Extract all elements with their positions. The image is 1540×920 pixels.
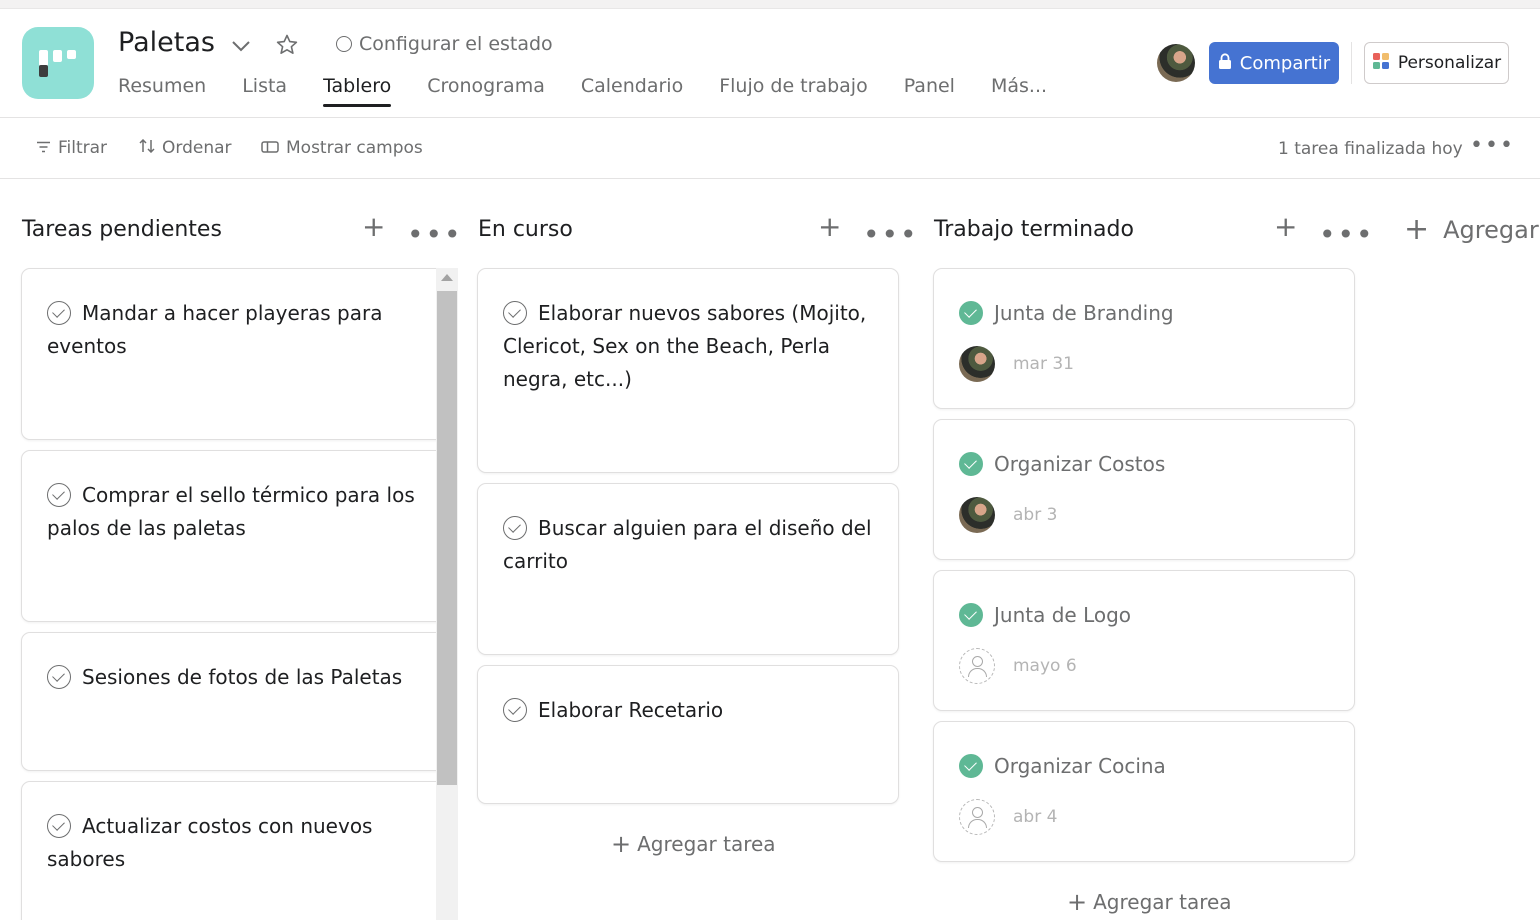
task-title: Mandar a hacer playeras para eventos xyxy=(47,301,383,358)
task-title: Organizar Costos xyxy=(994,452,1166,476)
add-section-label: Agregar s xyxy=(1443,216,1540,244)
task-card[interactable]: Elaborar nuevos sabores (Mojito, Clerico… xyxy=(477,268,899,473)
unassigned-user-icon[interactable] xyxy=(959,648,995,684)
more-options-icon[interactable]: ••• xyxy=(1470,135,1515,157)
task-card[interactable]: Organizar Costos abr 3 xyxy=(933,419,1355,560)
task-title: Elaborar nuevos sabores (Mojito, Clerico… xyxy=(503,301,867,391)
tab-calendario[interactable]: Calendario xyxy=(581,75,683,107)
due-date[interactable]: mar 31 xyxy=(1013,354,1074,374)
filter-label: Filtrar xyxy=(58,138,108,158)
unassigned-user-icon[interactable] xyxy=(959,799,995,835)
task-title: Sesiones de fotos de las Paletas xyxy=(82,665,403,689)
add-task-label: Agregar tarea xyxy=(1093,890,1232,914)
chevron-down-icon[interactable] xyxy=(228,33,254,59)
project-title[interactable]: Paletas xyxy=(118,27,215,58)
plus-icon: + xyxy=(611,830,632,858)
filter-icon xyxy=(36,138,51,158)
sort-label: Ordenar xyxy=(162,138,232,158)
column-title[interactable]: En curso xyxy=(478,217,573,242)
filter-button[interactable]: Filtrar xyxy=(36,138,107,158)
fields-label: Mostrar campos xyxy=(286,138,423,158)
task-title: Comprar el sello térmico para los palos … xyxy=(47,483,415,540)
checkmark-circle-icon[interactable] xyxy=(47,665,71,689)
avatar[interactable] xyxy=(1157,44,1195,82)
task-card[interactable]: Elaborar Recetario xyxy=(477,665,899,804)
add-task-plus-icon[interactable]: + xyxy=(1274,213,1297,241)
tab-resumen[interactable]: Resumen xyxy=(118,75,206,107)
checkmark-circle-icon[interactable] xyxy=(47,814,71,838)
add-task-plus-icon[interactable]: + xyxy=(362,213,385,241)
checkmark-circle-icon[interactable] xyxy=(959,301,983,325)
sort-button[interactable]: Ordenar xyxy=(139,138,232,158)
task-title: Junta de Branding xyxy=(994,301,1174,325)
checkmark-circle-icon[interactable] xyxy=(959,754,983,778)
task-title: Junta de Logo xyxy=(994,603,1132,627)
customize-label: Personalizar xyxy=(1397,53,1502,73)
task-card[interactable]: Sesiones de fotos de las Paletas xyxy=(21,632,446,771)
divider xyxy=(1351,42,1352,84)
task-card[interactable]: Actualizar costos con nuevos sabores xyxy=(21,781,446,920)
column-title[interactable]: Trabajo terminado xyxy=(934,217,1134,242)
tab-lista[interactable]: Lista xyxy=(242,75,287,107)
customize-button[interactable]: Personalizar xyxy=(1364,42,1509,84)
share-label: Compartir xyxy=(1239,52,1331,74)
lock-icon xyxy=(1218,52,1232,74)
assignee-avatar[interactable] xyxy=(959,497,995,533)
checkmark-circle-icon[interactable] xyxy=(503,516,527,540)
due-date[interactable]: mayo 6 xyxy=(1013,656,1077,676)
task-title: Elaborar Recetario xyxy=(538,698,724,722)
assignee-avatar[interactable] xyxy=(959,346,995,382)
finished-today-text[interactable]: 1 tarea finalizada hoy xyxy=(1278,139,1463,159)
project-header: Paletas Configurar el estado Resumen Lis… xyxy=(0,9,1540,118)
due-date[interactable]: abr 3 xyxy=(1013,505,1057,525)
view-tabs: Resumen Lista Tablero Cronograma Calenda… xyxy=(118,75,1047,107)
column-more-icon[interactable]: ••• xyxy=(1319,221,1375,249)
sort-icon xyxy=(139,138,155,158)
show-fields-button[interactable]: Mostrar campos xyxy=(261,138,423,158)
tab-flujo-de-trabajo[interactable]: Flujo de trabajo xyxy=(719,75,868,107)
column-title[interactable]: Tareas pendientes xyxy=(22,217,222,242)
share-button[interactable]: Compartir xyxy=(1209,42,1339,84)
task-card[interactable]: Buscar alguien para el diseño del carrit… xyxy=(477,483,899,655)
task-card[interactable]: Junta de Logo mayo 6 xyxy=(933,570,1355,711)
board-toolbar: Filtrar Ordenar Mostrar campos 1 tarea f… xyxy=(0,118,1540,179)
task-card[interactable]: Comprar el sello térmico para los palos … xyxy=(21,450,446,622)
plus-icon: + xyxy=(1067,888,1088,916)
task-card[interactable]: Organizar Cocina abr 4 xyxy=(933,721,1355,862)
checkmark-circle-icon[interactable] xyxy=(503,698,527,722)
window-top-strip xyxy=(0,0,1540,9)
tab-tablero[interactable]: Tablero xyxy=(323,75,392,107)
due-date[interactable]: abr 4 xyxy=(1013,807,1057,827)
add-task-label: Agregar tarea xyxy=(637,832,776,856)
add-task-button[interactable]: + Agregar tarea xyxy=(611,830,776,858)
task-title: Organizar Cocina xyxy=(994,754,1166,778)
status-circle-icon xyxy=(336,36,352,52)
column-more-icon[interactable]: ••• xyxy=(863,221,919,249)
checkmark-circle-icon[interactable] xyxy=(959,603,983,627)
add-task-button[interactable]: + Agregar tarea xyxy=(1067,888,1232,916)
tab-more[interactable]: Más... xyxy=(991,75,1047,107)
checkmark-circle-icon[interactable] xyxy=(47,301,71,325)
task-title: Actualizar costos con nuevos sabores xyxy=(47,814,373,871)
task-card[interactable]: Junta de Branding mar 31 xyxy=(933,268,1355,409)
project-board-icon[interactable] xyxy=(22,27,94,99)
add-task-plus-icon[interactable]: + xyxy=(818,213,841,241)
checkmark-circle-icon[interactable] xyxy=(503,301,527,325)
column-more-icon[interactable]: ••• xyxy=(407,221,463,249)
plus-icon: + xyxy=(1404,212,1430,247)
apps-grid-icon xyxy=(1372,52,1390,75)
scroll-up-arrow-icon[interactable] xyxy=(441,274,453,281)
scrollbar-thumb[interactable] xyxy=(437,291,457,785)
tab-panel[interactable]: Panel xyxy=(904,75,955,107)
tab-cronograma[interactable]: Cronograma xyxy=(427,75,545,107)
add-section-button[interactable]: + Agregar s xyxy=(1404,215,1540,245)
task-title: Buscar alguien para el diseño del carrit… xyxy=(503,516,872,573)
task-card[interactable]: Mandar a hacer playeras para eventos xyxy=(21,268,446,440)
set-status-button[interactable]: Configurar el estado xyxy=(336,33,553,55)
checkmark-circle-icon[interactable] xyxy=(959,452,983,476)
fields-icon xyxy=(261,138,279,158)
status-label: Configurar el estado xyxy=(359,33,553,55)
star-icon[interactable] xyxy=(273,31,301,59)
checkmark-circle-icon[interactable] xyxy=(47,483,71,507)
